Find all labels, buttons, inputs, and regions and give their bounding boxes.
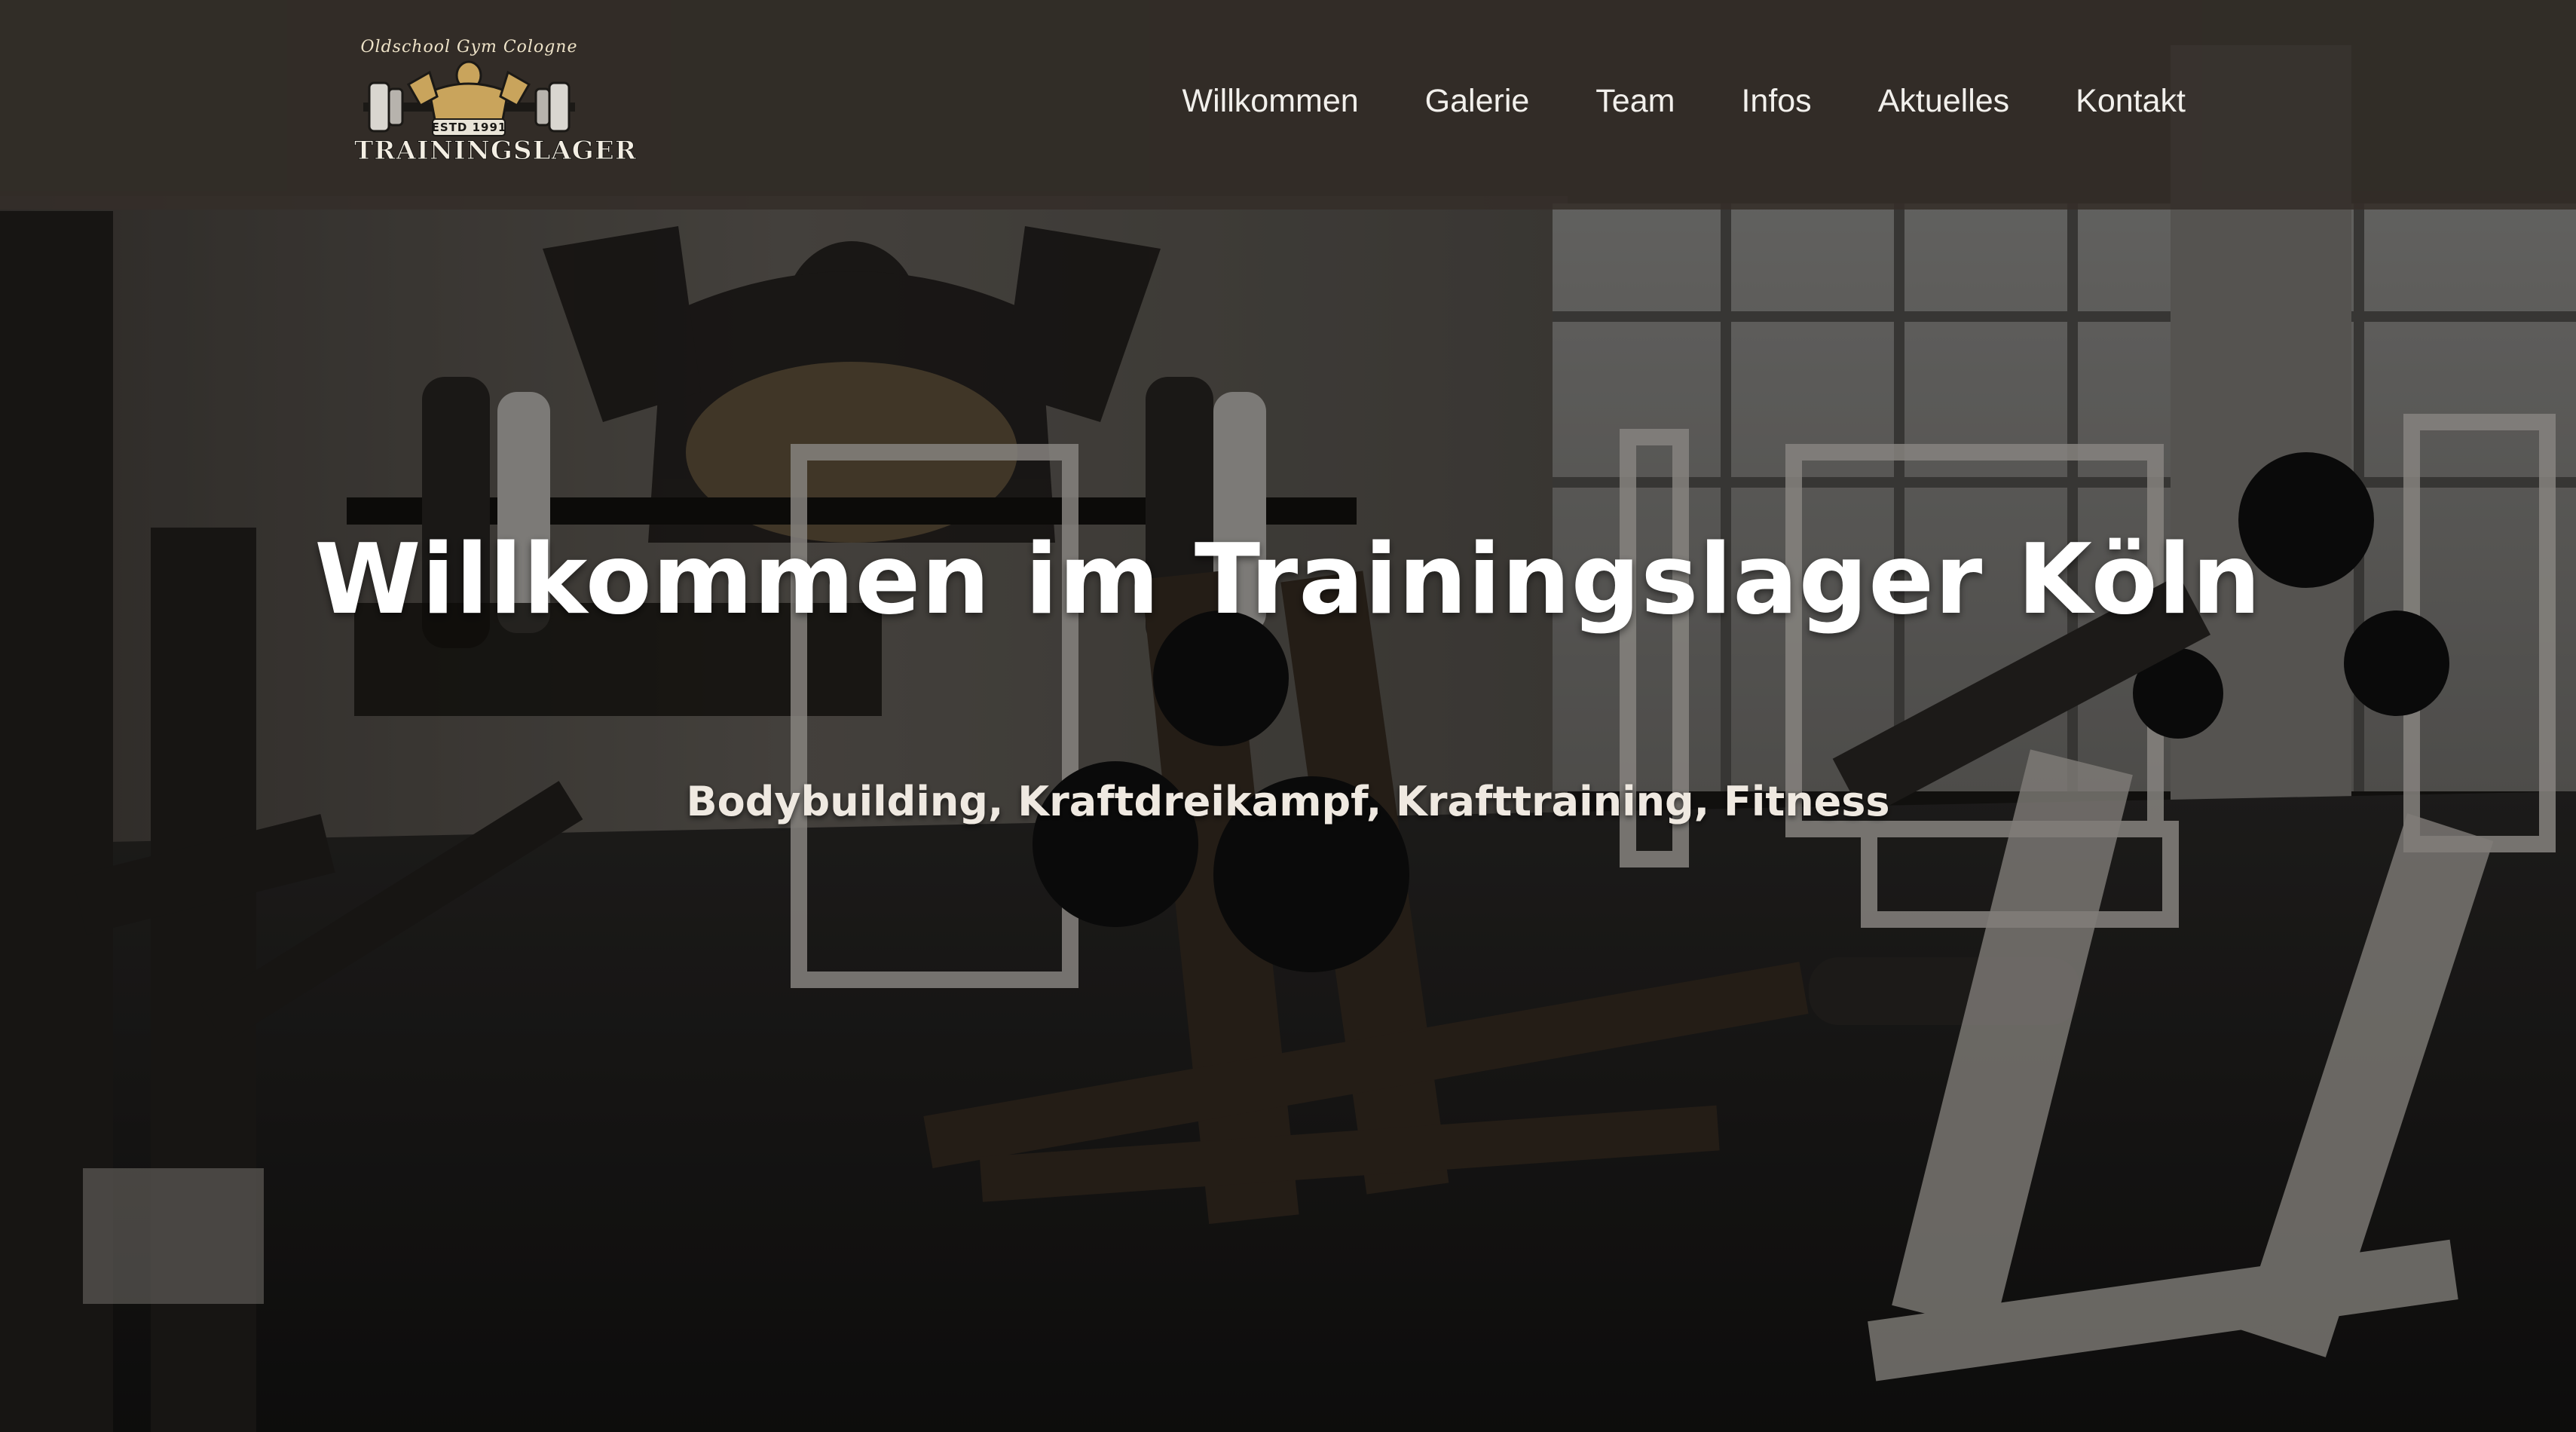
main-navigation: Willkommen Galerie Team Infos Aktuelles …: [1182, 81, 2186, 121]
page: Oldschool Gym Cologne ESTD 1991 TRAINING…: [0, 0, 2576, 1432]
nav-item-team[interactable]: Team: [1595, 81, 1675, 121]
hero-subtitle: Bodybuilding, Kraftdreikampf, Krafttrain…: [686, 778, 1890, 825]
nav-item-willkommen[interactable]: Willkommen: [1182, 81, 1359, 121]
hero-dark-overlay: [0, 0, 2576, 1432]
nav-item-aktuelles[interactable]: Aktuelles: [1878, 81, 2009, 121]
hero-title: Willkommen im Trainingslager Köln: [314, 524, 2262, 636]
nav-item-galerie[interactable]: Galerie: [1425, 81, 1530, 121]
nav-item-kontakt[interactable]: Kontakt: [2076, 81, 2186, 121]
site-logo[interactable]: Oldschool Gym Cologne ESTD 1991 TRAINING…: [354, 36, 637, 170]
logo-est-text: ESTD 1991: [431, 121, 507, 134]
logo-wordmark: TRAININGSLAGER: [354, 136, 637, 167]
nav-item-infos[interactable]: Infos: [1741, 81, 1811, 121]
site-header: Oldschool Gym Cologne ESTD 1991 TRAINING…: [0, 0, 2576, 210]
logo-script-text: Oldschool Gym Cologne: [360, 38, 578, 57]
